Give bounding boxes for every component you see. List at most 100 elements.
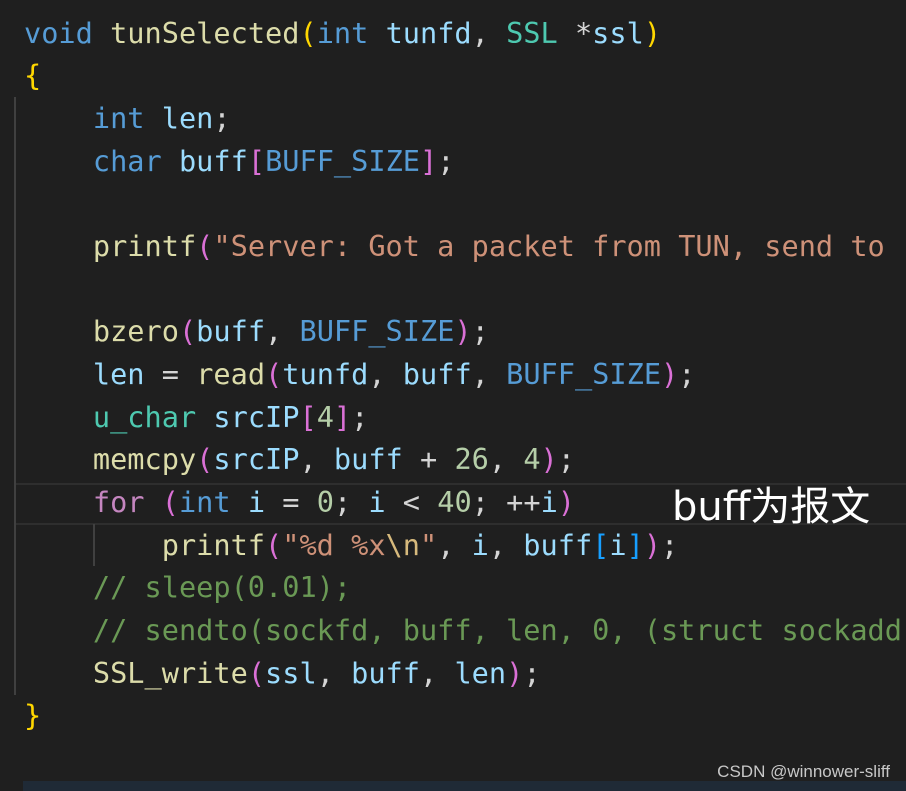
code-line[interactable]: SSL_write(ssl, buff, len); xyxy=(24,652,541,695)
code-token: BUFF_SIZE xyxy=(265,143,420,178)
code-line[interactable]: int len; xyxy=(24,97,231,140)
code-token: buff xyxy=(351,655,420,690)
code-token: ; xyxy=(661,527,679,562)
code-token: srcIP xyxy=(213,442,300,477)
code-token: ; ++ xyxy=(471,484,541,519)
code-token: ; xyxy=(333,484,369,519)
code-token: ] xyxy=(333,399,352,434)
code-token: ; xyxy=(437,143,455,178)
code-token: [ xyxy=(592,527,610,562)
code-token: ] xyxy=(420,143,438,178)
code-token: [ xyxy=(299,399,317,434)
code-token: 0 xyxy=(316,484,334,519)
code-token: { xyxy=(24,58,42,93)
code-token: , xyxy=(437,527,472,562)
code-token: srcIP xyxy=(213,399,300,434)
code-line[interactable]: void tunSelected(int tunfd, SSL *ssl) xyxy=(24,12,661,55)
code-token: ( xyxy=(161,484,179,519)
code-token: tunfd xyxy=(282,356,369,391)
code-token: buff xyxy=(178,143,248,178)
code-token: , xyxy=(299,442,334,477)
code-token: " xyxy=(419,527,438,562)
code-token: , xyxy=(316,655,352,690)
code-line[interactable]: printf("Server: Got a packet from TUN, s… xyxy=(24,225,885,268)
code-token: for xyxy=(92,484,145,519)
code-token: , xyxy=(471,356,507,391)
code-token: buff xyxy=(196,314,266,349)
code-token: len xyxy=(454,655,507,690)
code-token: 4 xyxy=(316,399,334,434)
code-token: ) xyxy=(661,356,679,391)
code-token: , xyxy=(488,527,524,562)
code-line[interactable]: // sleep(0.01); xyxy=(24,566,351,609)
code-token: BUFF_SIZE xyxy=(299,314,455,349)
annotation-text: buff为报文 xyxy=(672,484,871,530)
code-token: ) xyxy=(454,314,472,349)
code-line[interactable]: for (int i = 0; i < 40; ++i) xyxy=(24,481,575,524)
code-token: i xyxy=(609,527,627,562)
code-token: tunSelected xyxy=(110,15,300,50)
watermark: CSDN @winnower-sliff xyxy=(717,762,890,781)
code-token: // sendto(sockfd, buff, len, 0, (struct … xyxy=(92,613,902,648)
code-token: ssl xyxy=(265,655,317,690)
code-line[interactable]: char buff[BUFF_SIZE]; xyxy=(24,140,455,183)
code-token: 4 xyxy=(523,442,541,477)
code-token: ; xyxy=(557,442,575,477)
code-token: ) xyxy=(643,527,662,562)
code-token: char xyxy=(92,143,162,178)
code-token: , xyxy=(420,655,455,690)
code-line[interactable]: memcpy(srcIP, buff + 26, 4); xyxy=(24,438,575,481)
code-token: ( xyxy=(299,15,317,50)
code-token: SSL xyxy=(506,15,558,50)
code-line[interactable]: // sendto(sockfd, buff, len, 0, (struct … xyxy=(24,609,902,652)
indent-guide xyxy=(14,97,16,695)
code-token: int xyxy=(92,100,145,135)
code-token: ; xyxy=(523,655,541,690)
code-line[interactable]: printf("%d %x\n", i, buff[i]); xyxy=(24,524,679,567)
code-token: ( xyxy=(196,228,214,263)
code-token: void xyxy=(24,15,93,50)
next-function-sticky-line xyxy=(23,781,906,791)
code-token: read xyxy=(196,356,266,391)
code-token: len xyxy=(161,100,214,135)
code-line[interactable]: } xyxy=(24,694,41,737)
code-token: "Server: Got a packet from TUN, send to xyxy=(213,228,885,263)
code-line[interactable]: bzero(buff, BUFF_SIZE); xyxy=(24,310,489,353)
code-token: 26 xyxy=(454,442,489,477)
code-token: 40 xyxy=(437,484,472,519)
code-token: printf xyxy=(161,527,266,562)
code-token: printf xyxy=(92,228,197,263)
code-token: , xyxy=(265,314,300,349)
code-token: int xyxy=(316,15,369,50)
code-token: len xyxy=(92,356,145,391)
code-token: SSL_write xyxy=(92,655,248,690)
code-token: ; xyxy=(471,314,489,349)
code-token: ) xyxy=(540,442,558,477)
code-token: i xyxy=(540,484,558,519)
code-token: ( xyxy=(265,527,283,562)
code-token: * xyxy=(557,15,593,50)
code-line[interactable]: { xyxy=(24,54,41,97)
code-token: < xyxy=(385,484,438,519)
code-token: , xyxy=(368,356,403,391)
code-line[interactable]: u_char srcIP[4]; xyxy=(24,396,368,439)
code-line[interactable]: len = read(tunfd, buff, BUFF_SIZE); xyxy=(24,353,696,396)
code-token: // sleep(0.01); xyxy=(92,570,352,605)
code-token: int xyxy=(178,484,231,519)
code-token: [ xyxy=(247,143,266,178)
code-token: BUFF_SIZE xyxy=(506,356,662,391)
code-token: \n xyxy=(385,527,420,562)
code-token: i xyxy=(247,484,266,519)
code-editor[interactable]: void tunSelected(int tunfd, SSL *ssl){ i… xyxy=(0,0,906,780)
